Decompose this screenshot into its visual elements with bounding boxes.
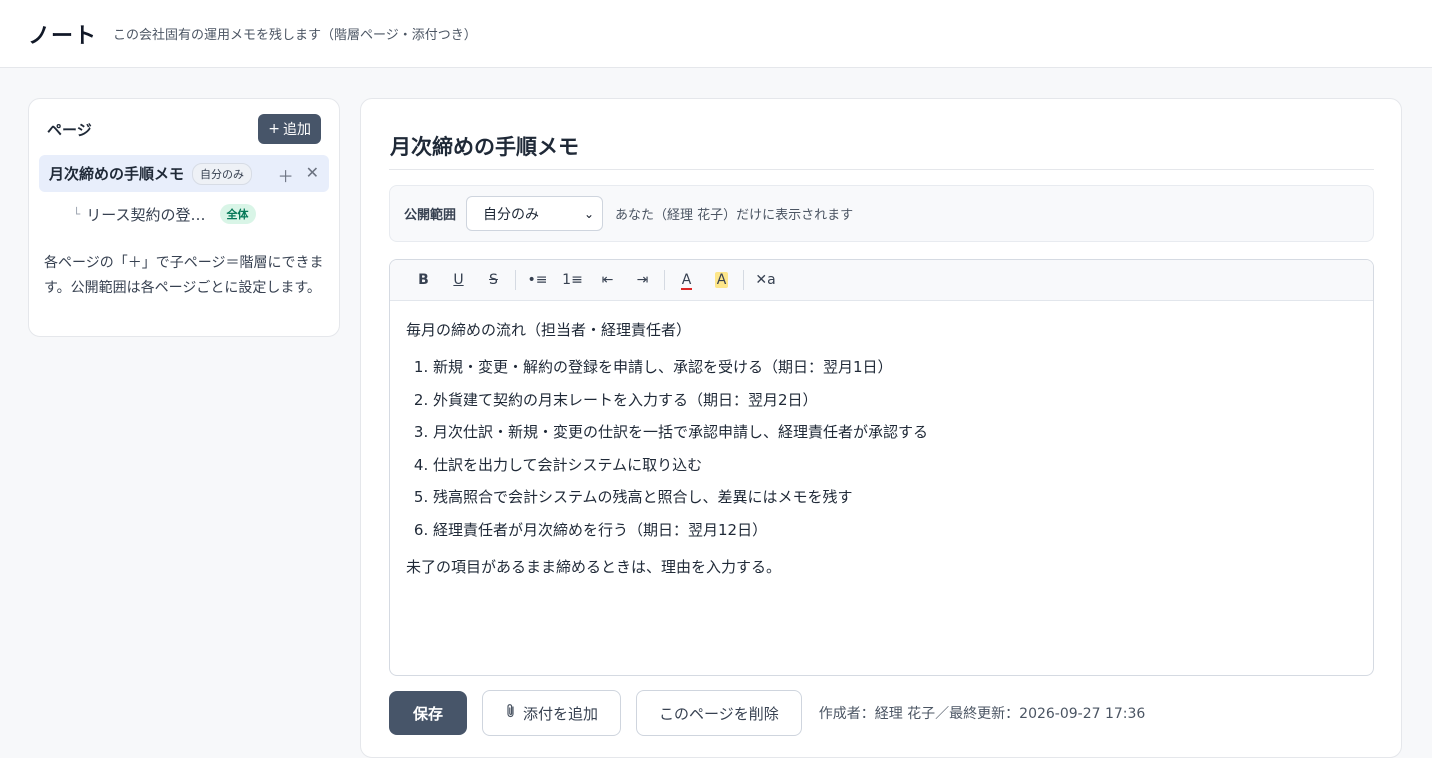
editor-content[interactable]: 毎月の締めの流れ（担当者・経理責任者） 新規・変更・解約の登録を申請し、承認を受… [390,301,1373,578]
editor-actions: 保存 添付を追加 このページを削除 作成者：経理 花子／最終更新：2026-09… [389,690,1145,736]
font-color-icon[interactable]: A [669,272,704,290]
page-sidebar: ページ + 追加 月次締めの手順メモ 自分のみ ＋ ✕ └ リース契約の登… 全… [28,98,340,337]
visibility-select[interactable]: 自分のみ ⌄ [466,196,604,231]
chevron-down-icon: ⌄ [583,206,595,221]
sidebar-item-label: リース契約の登… [86,205,206,224]
indent-icon[interactable]: ⇥ [625,272,660,288]
tree-branch-icon: └ [73,207,81,221]
item-actions: ＋ ✕ [278,163,319,187]
bullet-list-icon[interactable]: •≡ [520,272,555,288]
add-page-label: 追加 [283,122,311,138]
sidebar-heading: ページ [47,121,92,139]
toolbar-divider [743,270,744,290]
list-item: 月次仕訳・新規・変更の仕訳を一括で承認申請し、経理責任者が承認する [433,416,1357,449]
steps-list: 新規・変更・解約の登録を申請し、承認を受ける（期日：翌月1日） 外貨建て契約の月… [433,351,1357,546]
add-child-icon[interactable]: ＋ [278,163,294,187]
visibility-selected-value: 自分のみ [483,206,540,223]
underline-icon[interactable]: U [441,272,476,288]
sidebar-help-text: 各ページの「＋」で子ページ＝階層にできます。公開範囲は各ページごとに設定します。 [44,255,324,296]
add-attachment-button[interactable]: 添付を追加 [482,690,622,736]
close-icon[interactable]: ✕ [306,163,319,187]
toolbar-divider [664,270,665,290]
visibility-note: あなた（経理 花子）だけに表示されます [615,208,854,223]
sidebar-item-label: 月次締めの手順メモ [49,165,185,183]
title-divider [389,169,1374,170]
rich-text-editor[interactable]: B U S •≡ 1≡ ⇤ ⇥ A A ✕a 毎月の締めの流れ（担当者・経理責任… [389,259,1374,676]
content-outro: 未了の項目があるまま締めるときは、理由を入力する。 [406,558,782,576]
app-subtitle: この会社固有の運用メモを残します（階層ページ・添付つき） [113,28,477,43]
visibility-badge: 自分のみ [192,162,253,185]
list-item: 経理責任者が月次締めを行う（期日：翌月12日） [433,514,1357,547]
bold-icon[interactable]: B [406,272,441,288]
clear-format-icon[interactable]: ✕a [748,272,783,288]
save-button[interactable]: 保存 [389,691,467,735]
visibility-badge: 全体 [219,204,256,224]
strikethrough-icon[interactable]: S [476,272,511,288]
delete-page-button[interactable]: このページを削除 [636,690,802,736]
list-item: 残高照合で会計システムの残高と照合し、差異にはメモを残す [433,481,1357,514]
list-item: 新規・変更・解約の登録を申請し、承認を受ける（期日：翌月1日） [433,351,1357,384]
app-title: ノート [28,23,98,49]
editor-toolbar: B U S •≡ 1≡ ⇤ ⇥ A A ✕a [390,260,1373,301]
sidebar-item-lease-contract[interactable]: └ リース契約の登… 全体 [73,202,256,226]
page-meta: 作成者：経理 花子／最終更新：2026-09-27 17:36 [818,706,1146,722]
page-editor-panel: 月次締めの手順メモ 公開範囲 自分のみ ⌄ あなた（経理 花子）だけに表示されま… [360,98,1402,758]
add-page-button[interactable]: + 追加 [258,114,321,144]
list-item: 外貨建て契約の月末レートを入力する（期日：翌月2日） [433,384,1357,417]
app-header: ノート この会社固有の運用メモを残します（階層ページ・添付つき） [0,0,1432,68]
add-attachment-label: 添付を追加 [523,704,599,723]
visibility-row: 公開範囲 自分のみ ⌄ あなた（経理 花子）だけに表示されます [389,185,1374,242]
list-item: 仕訳を出力して会計システムに取り込む [433,449,1357,482]
outdent-icon[interactable]: ⇤ [590,272,625,288]
visibility-label: 公開範囲 [404,208,457,223]
highlight-icon[interactable]: A [704,272,739,288]
toolbar-divider [515,270,516,290]
paperclip-icon [505,703,517,723]
numbered-list-icon[interactable]: 1≡ [555,272,590,288]
plus-icon: + [268,121,280,137]
content-intro: 毎月の締めの流れ（担当者・経理責任者） [406,321,692,339]
sidebar-item-monthly-close[interactable]: 月次締めの手順メモ 自分のみ ＋ ✕ [39,155,329,192]
page-title[interactable]: 月次締めの手順メモ [390,131,579,161]
